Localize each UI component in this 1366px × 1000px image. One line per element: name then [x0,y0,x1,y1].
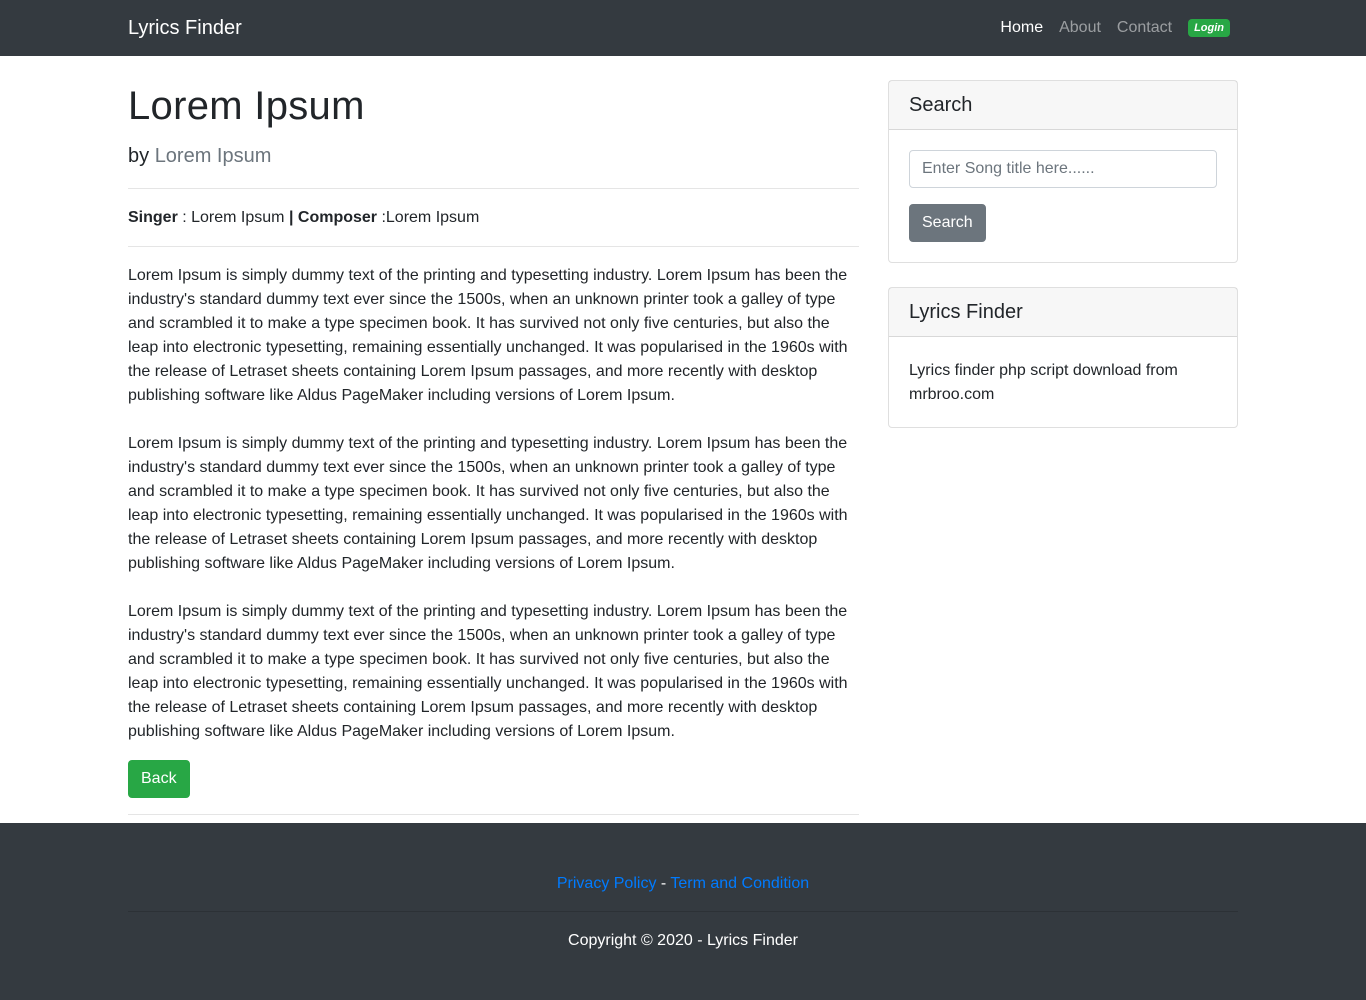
copyright-text: Copyright © 2020 - Lyrics Finder [568,932,798,949]
lyrics-paragraph: Lorem Ipsum is simply dummy text of the … [128,603,848,740]
divider [128,246,859,247]
info-card-text: Lyrics finder php script download from m… [909,362,1178,403]
top-navbar: Lyrics Finder Home About Contact Login [0,0,1366,56]
nav-contact-link[interactable]: Contact [1117,17,1172,39]
search-card-body: Search [889,130,1237,262]
info-card-body: Lyrics finder php script download from m… [889,337,1237,427]
singer-label: Singer [128,209,178,226]
terms-link[interactable]: Term and Condition [670,875,809,892]
nav-links: Home About Contact Login [1000,17,1230,39]
brand-link[interactable]: Lyrics Finder [128,16,242,40]
footer-link-separator: - [656,875,671,892]
search-button[interactable]: Search [909,204,986,242]
divider [128,188,859,189]
composer-label: Composer [297,209,378,226]
main-area: Lorem Ipsum by Lorem Ipsum Singer : Lore… [0,56,1366,823]
post-title: Lorem Ipsum [128,84,365,128]
footer-divider [128,911,1238,912]
login-badge[interactable]: Login [1188,19,1230,37]
song-search-input[interactable] [909,150,1217,188]
singer-value: : Lorem Ipsum [177,209,289,226]
post-content: Lorem Ipsum by Lorem Ipsum Singer : Lore… [128,56,859,815]
meta-separator: | [288,209,294,226]
info-card-title: Lyrics Finder [889,288,1237,337]
post-byline: by Lorem Ipsum [128,142,859,170]
sidebar: Search Search Lyrics Finder Lyrics finde… [888,80,1238,452]
footer-links: Privacy Policy - Term and Condition [0,873,1366,895]
nav-home-link[interactable]: Home [1000,17,1043,39]
byline-prefix: by [128,145,155,167]
composer-value: :Lorem Ipsum [377,209,480,226]
search-card: Search Search [888,80,1238,263]
lyrics-paragraph: Lorem Ipsum is simply dummy text of the … [128,267,848,404]
privacy-policy-link[interactable]: Privacy Policy [557,875,657,892]
lyrics-paragraph: Lorem Ipsum is simply dummy text of the … [128,435,848,572]
byline-author: Lorem Ipsum [154,145,272,167]
info-card: Lyrics Finder Lyrics finder php script d… [888,287,1238,428]
nav-about-link[interactable]: About [1059,17,1101,39]
search-card-title: Search [889,81,1237,130]
page-footer: Privacy Policy - Term and Condition Copy… [0,823,1366,1000]
divider [128,814,859,815]
post-meta: Singer : Lorem Ipsum | Composer :Lorem I… [128,209,859,227]
back-button[interactable]: Back [128,760,190,798]
